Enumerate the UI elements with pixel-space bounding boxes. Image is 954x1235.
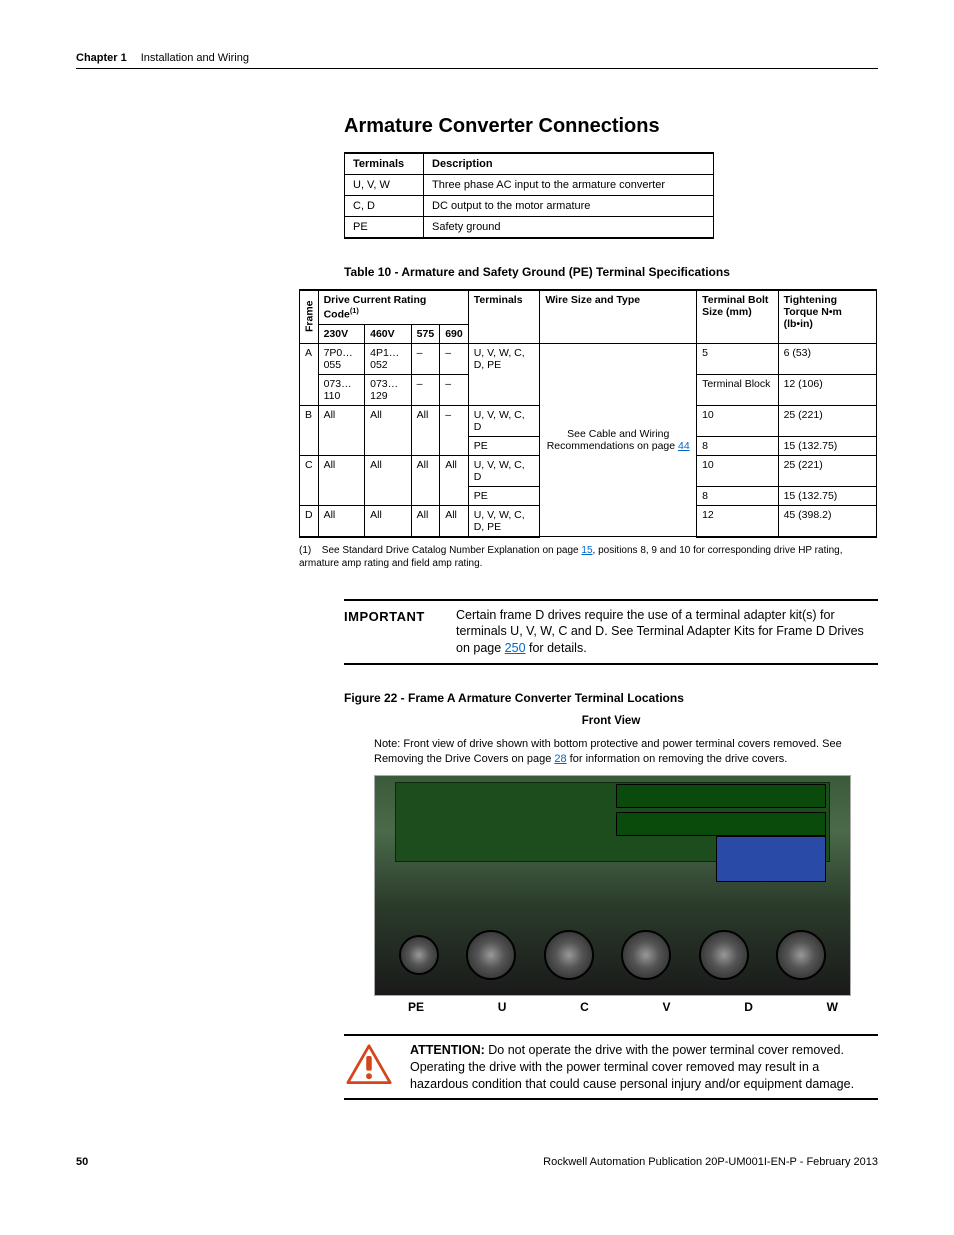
label-c: C xyxy=(580,1000,589,1014)
th-description: Description xyxy=(424,153,714,175)
label-pe: PE xyxy=(408,1000,424,1014)
connector-strip xyxy=(616,784,826,808)
terminal-w xyxy=(776,930,826,980)
table-row: PE Safety ground xyxy=(345,217,714,239)
attention-message: ATTENTION: Do not operate the drive with… xyxy=(410,1042,878,1093)
terminal-d xyxy=(699,930,749,980)
th-terminals: Terminals xyxy=(345,153,424,175)
table10-caption: Table 10 - Armature and Safety Ground (P… xyxy=(344,265,878,279)
terminal-photo xyxy=(374,775,851,996)
page-link-250[interactable]: 250 xyxy=(505,641,526,655)
th-torque: Tightening Torque N•m (lb•in) xyxy=(778,290,876,343)
label-v: V xyxy=(663,1000,671,1014)
th-wire: Wire Size and Type xyxy=(540,290,697,343)
terminal-specifications-table: Frame Drive Current Rating Code(1) Termi… xyxy=(299,289,877,538)
label-u: U xyxy=(498,1000,507,1014)
terminal-pe xyxy=(399,935,439,975)
page-link-28[interactable]: 28 xyxy=(554,753,566,765)
running-header: Chapter 1 Installation and Wiring xyxy=(76,52,878,69)
terminal-row xyxy=(399,925,826,985)
warning-triangle-icon xyxy=(346,1044,392,1085)
page-footer: 50 Rockwell Automation Publication 20P-U… xyxy=(76,1156,878,1168)
terminal-u xyxy=(466,930,516,980)
table-row: U, V, W Three phase AC input to the arma… xyxy=(345,175,714,196)
th-drive-code: Drive Current Rating Code(1) xyxy=(318,290,468,324)
page-link-15[interactable]: 15 xyxy=(581,545,592,556)
publication-info: Rockwell Automation Publication 20P-UM00… xyxy=(543,1156,878,1168)
chapter-label: Chapter 1 xyxy=(76,52,127,64)
important-callout: IMPORTANT Certain frame D drives require… xyxy=(344,599,878,666)
th-terminals: Terminals xyxy=(468,290,540,343)
table-row: A 7P0…055 4P1…052 – – U, V, W, C, D, PE … xyxy=(300,343,877,374)
page-number: 50 xyxy=(76,1156,88,1168)
th-bolt: Terminal Bolt Size (mm) xyxy=(697,290,778,343)
page-title: Armature Converter Connections xyxy=(344,115,878,138)
front-view-label: Front View xyxy=(344,715,878,727)
terminal-c xyxy=(544,930,594,980)
table-footnote: (1) See Standard Drive Catalog Number Ex… xyxy=(299,544,878,571)
blue-terminal-block xyxy=(716,836,826,882)
terminal-photo-wrap: PE U C V D W xyxy=(374,775,878,1014)
attention-label: ATTENTION: xyxy=(410,1043,485,1057)
terminal-v xyxy=(621,930,671,980)
page-link-44[interactable]: 44 xyxy=(678,440,690,452)
table-row: C, D DC output to the motor armature xyxy=(345,196,714,217)
label-w: W xyxy=(827,1000,838,1014)
section-label: Installation and Wiring xyxy=(141,52,249,64)
terminal-labels: PE U C V D W xyxy=(374,1000,878,1014)
important-label: IMPORTANT xyxy=(344,607,456,658)
terminals-description-table: Terminals Description U, V, W Three phas… xyxy=(344,152,714,239)
attention-callout: ATTENTION: Do not operate the drive with… xyxy=(344,1034,878,1101)
th-frame: Frame xyxy=(300,290,319,343)
figure22-caption: Figure 22 - Frame A Armature Converter T… xyxy=(344,691,878,705)
connector-strip xyxy=(616,812,826,836)
figure-note: Note: Front view of drive shown with bot… xyxy=(374,737,878,767)
label-d: D xyxy=(744,1000,753,1014)
important-message: Certain frame D drives require the use o… xyxy=(456,607,878,658)
wire-cell: See Cable and Wiring Recommendations on … xyxy=(540,343,697,537)
